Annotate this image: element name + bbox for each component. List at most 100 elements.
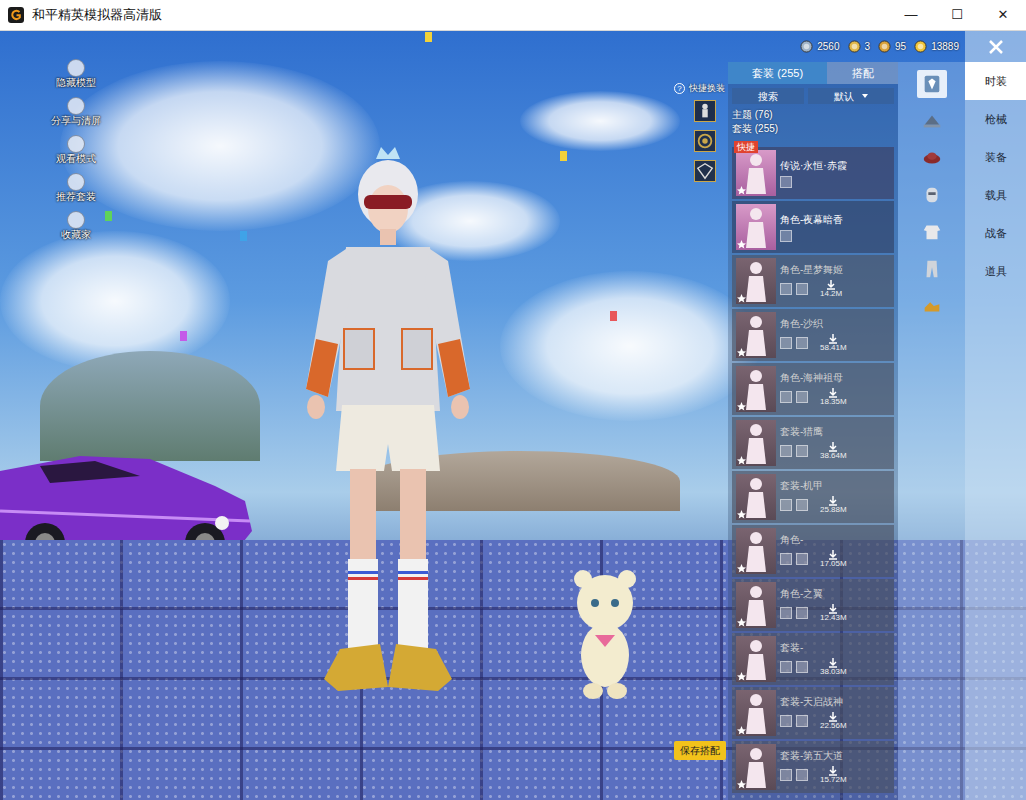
outfit-info: 套装- 38.03M xyxy=(780,641,890,677)
download-button[interactable]: 15.72M xyxy=(820,766,847,785)
outfit-name: 角色-星梦舞姬 xyxy=(780,263,890,276)
download-button[interactable]: 18.35M xyxy=(820,388,847,407)
star-icon xyxy=(737,780,746,789)
group-label[interactable]: 主题 (76) xyxy=(732,108,894,122)
tool-icon xyxy=(67,59,85,77)
star-icon xyxy=(737,456,746,465)
category-tab[interactable]: 枪械 xyxy=(965,100,1026,138)
tool-button[interactable]: 观看模式 xyxy=(52,135,100,165)
outfit-item[interactable]: 套装-猎鹰38.64M xyxy=(732,417,894,469)
currency-amount: 95 xyxy=(895,39,906,54)
panel-tab[interactable]: 搭配 xyxy=(827,62,898,84)
category-tab[interactable]: 时装 xyxy=(965,62,1026,100)
outfit-info: 角色-夜幕暗香 xyxy=(780,213,890,242)
outfit-thumbnail xyxy=(736,150,776,196)
outfit-item[interactable]: 角色-之翼12.43M xyxy=(732,579,894,631)
window-control-button[interactable]: ✕ xyxy=(980,0,1026,30)
category-tab[interactable]: 装备 xyxy=(965,138,1026,176)
download-button[interactable]: 58.41M xyxy=(820,334,847,353)
dropdown-caret-icon xyxy=(862,94,868,98)
download-button[interactable]: 22.56M xyxy=(820,712,847,731)
star-icon xyxy=(737,294,746,303)
currency-amount: 3 xyxy=(865,39,871,54)
part-icon xyxy=(796,391,808,403)
outfit-item[interactable]: 套装-机甲 25.88M xyxy=(732,471,894,523)
outfit-name: 角色-沙织 xyxy=(780,317,890,330)
outfit-item[interactable]: 快捷传说·永恒·赤霞 xyxy=(732,147,894,199)
download-size: 38.64M xyxy=(820,452,847,461)
currency-item: 2560 xyxy=(800,39,839,54)
outfit-thumbnail xyxy=(736,366,776,412)
currency-item: 3 xyxy=(848,39,871,54)
outfit-thumbnail xyxy=(736,474,776,520)
part-icon xyxy=(796,445,808,457)
outfit-item[interactable]: 套装-天启战神22.56M xyxy=(732,687,894,739)
part-icon xyxy=(796,661,808,673)
quick-slot[interactable] xyxy=(694,100,716,122)
category-tab[interactable]: 载具 xyxy=(965,176,1026,214)
subcategory-button[interactable] xyxy=(917,70,947,98)
outfit-meta: 12.43M xyxy=(780,604,890,623)
outfit-item[interactable]: 角色-沙织 58.41M xyxy=(732,309,894,361)
star-icon xyxy=(737,618,746,627)
download-button[interactable]: 17.05M xyxy=(820,550,847,569)
sort-dropdown[interactable]: 默认 xyxy=(808,88,894,104)
subcategory-button[interactable] xyxy=(917,144,947,172)
subcategory-button[interactable] xyxy=(917,107,947,135)
outfit-item[interactable]: 角色-海神祖母18.35M xyxy=(732,363,894,415)
quick-slot[interactable] xyxy=(694,160,716,182)
part-icon xyxy=(780,445,792,457)
outfit-meta: 38.64M xyxy=(780,442,890,461)
subcategory-button[interactable] xyxy=(917,292,947,320)
outfit-item[interactable]: 角色-17.05M xyxy=(732,525,894,577)
quick-badge: 快捷 xyxy=(734,141,758,153)
subcategory-button[interactable] xyxy=(917,181,947,209)
tool-label: 观看模式 xyxy=(56,153,96,165)
star-icon xyxy=(737,726,746,735)
download-button[interactable]: 38.64M xyxy=(820,442,847,461)
search-button[interactable]: 搜索 xyxy=(732,88,804,104)
outfit-thumbnail xyxy=(736,528,776,574)
outfit-thumbnail xyxy=(736,258,776,304)
tool-button[interactable]: 隐藏模型 xyxy=(52,59,100,89)
coin-icon xyxy=(914,40,927,53)
outfit-name: 角色-夜幕暗香 xyxy=(780,213,890,226)
star-icon xyxy=(737,348,746,357)
part-icon xyxy=(780,553,792,565)
tool-button[interactable]: 推荐套装 xyxy=(52,173,100,203)
outfit-item[interactable]: 角色-星梦舞姬 14.2M xyxy=(732,255,894,307)
outfit-item[interactable]: 套装-第五大道15.72M xyxy=(732,741,894,793)
outfit-slot-icon xyxy=(695,161,715,181)
app-logo-icon xyxy=(8,7,24,23)
window-control-button[interactable]: ☐ xyxy=(934,0,980,30)
panel-tab[interactable]: 套装 (255) xyxy=(728,62,827,84)
outfit-thumbnail xyxy=(736,204,776,250)
tool-button[interactable]: 收藏家 xyxy=(52,211,100,241)
window-control-button[interactable]: — xyxy=(888,0,934,30)
close-icon[interactable] xyxy=(987,38,1005,56)
download-button[interactable]: 25.88M xyxy=(820,496,847,515)
group-label[interactable]: 套装 (255) xyxy=(732,122,894,136)
tool-button[interactable]: 分享与清屏 xyxy=(52,97,100,127)
category-tab[interactable]: 战备 xyxy=(965,214,1026,252)
quick-slot[interactable] xyxy=(694,130,716,152)
category-item-icon xyxy=(921,73,943,95)
subcategory-button[interactable] xyxy=(917,255,947,283)
search-row: 搜索默认 xyxy=(728,88,898,104)
outfit-name: 套装-机甲 xyxy=(780,479,890,492)
outfit-meta: 14.2M xyxy=(780,280,890,299)
help-button[interactable]: ? xyxy=(674,83,685,94)
download-button[interactable]: 38.03M xyxy=(820,658,847,677)
save-button[interactable]: 保存搭配 xyxy=(674,741,726,760)
outfit-name: 套装- xyxy=(780,641,890,654)
download-button[interactable]: 14.2M xyxy=(820,280,842,299)
outfit-item[interactable]: 角色-夜幕暗香 xyxy=(732,201,894,253)
part-icon xyxy=(780,499,792,511)
subcategory-button[interactable] xyxy=(917,218,947,246)
category-tab[interactable]: 道具 xyxy=(965,252,1026,290)
coin-icon xyxy=(800,40,813,53)
download-icon xyxy=(826,280,836,290)
outfit-item[interactable]: 套装- 38.03M xyxy=(732,633,894,685)
tool-label: 收藏家 xyxy=(61,229,91,241)
download-button[interactable]: 12.43M xyxy=(820,604,847,623)
